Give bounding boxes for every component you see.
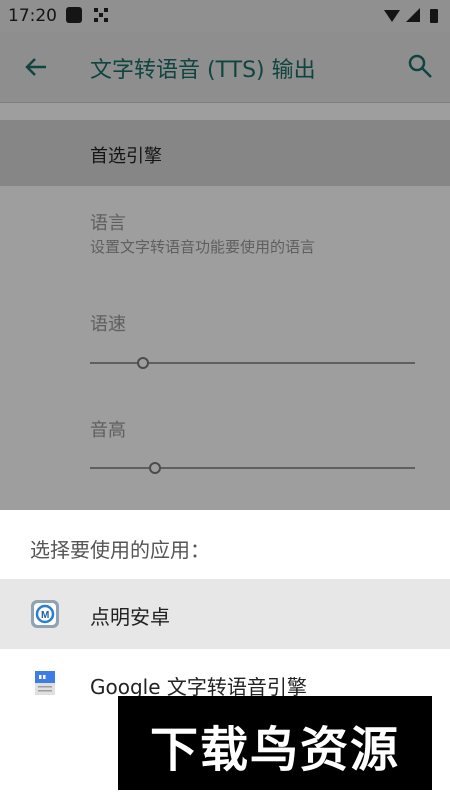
choice-label: 点明安卓 [90,605,170,629]
watermark-logo: 下载鸟资源 [118,696,432,790]
dianming-app-icon: M [31,600,59,628]
watermark-text: 下载鸟资源 [149,722,400,778]
chooser-title: 选择要使用的应用： [30,538,210,562]
svg-text:M: M [41,610,49,621]
google-tts-icon [35,671,55,695]
choice-dianming[interactable]: M 点明安卓 [0,579,450,649]
